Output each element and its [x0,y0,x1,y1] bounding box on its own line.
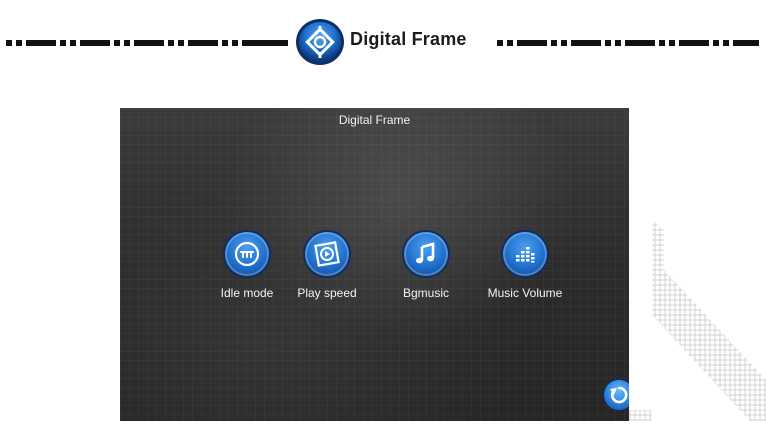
refresh-back-icon[interactable] [604,380,629,410]
volume-bars-icon [503,232,547,276]
menu-item-label: Bgmusic [402,286,449,300]
header-rule-left [6,40,288,46]
menu-item-music-volume[interactable]: Music Volume [475,232,575,300]
header-rule-right [497,40,759,46]
page-title: Digital Frame [350,29,467,49]
play-speed-icon [305,232,349,276]
idle-mode-icon [225,232,269,276]
menu-item-label: Music Volume [487,286,563,300]
frame-settings-icon [294,18,346,66]
menu-item-label: Play speed [297,286,357,300]
screen-title: Digital Frame [338,113,411,127]
menu-item-play-speed[interactable]: Play speed [277,232,377,300]
menu-item-bgmusic[interactable]: Bgmusic [376,232,476,300]
music-note-icon [404,232,448,276]
